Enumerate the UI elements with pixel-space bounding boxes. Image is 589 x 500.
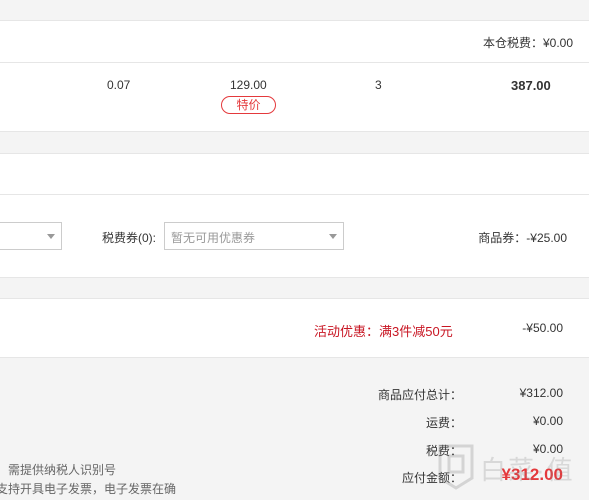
warehouse-header [0,0,589,20]
watermark-icon [438,444,474,490]
divider [0,277,589,278]
chevron-down-icon [47,234,55,239]
item-subtotal: 387.00 [511,78,551,93]
item-quantity: 3 [375,78,382,92]
warehouse-tax-label: 本仓税费： [482,36,543,50]
chevron-down-icon [329,234,337,239]
divider [0,20,589,21]
promotion-row [0,299,589,357]
shipping-label: 运费： [425,416,462,430]
divider [0,298,589,299]
invoice-note-2: 支持开具电子发票，电子发票在确 [0,482,177,496]
warehouse-tax-value: ¥0.00 [542,36,573,50]
item-row [0,63,589,131]
price-badge: 特价 [221,96,276,114]
coupon-select-left[interactable] [0,222,62,250]
warehouse-tax: 本仓税费：¥0.00 [483,34,573,51]
goods-coupon-value: -¥25.00 [526,231,567,245]
promotion-value: -¥50.00 [522,321,563,335]
spacer-row [0,154,589,194]
watermark-logo [434,442,478,493]
tax-coupon-placeholder: 暂无可用优惠券 [171,231,256,245]
goods-coupon: 商品券：-¥25.00 [478,229,567,246]
tax-coupon-select[interactable]: 暂无可用优惠券 [164,222,344,250]
goods-total-label: 商品应付总计： [377,388,462,402]
tax-coupon-label: 税费券(0): [102,231,157,245]
invoice-note-1: ）需提供纳税人识别号 [0,463,117,477]
item-unit-price: 129.00 [230,78,267,92]
promotion-label: 活动优惠：满3件减50元 [314,324,453,339]
goods-coupon-label: 商品券： [478,231,527,245]
divider [0,153,589,154]
shipping-value: ¥0.00 [532,414,563,428]
watermark-text: 白菜·值 [480,455,575,485]
goods-total-value: ¥312.00 [519,386,563,400]
divider [0,357,589,358]
item-tax-rate: 0.07 [107,78,131,92]
divider [0,131,589,132]
